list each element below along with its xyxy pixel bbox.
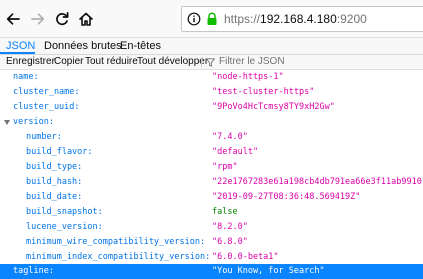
home-button[interactable] [74,7,98,31]
tab-raw-data[interactable]: Données brutes [44,38,122,54]
json-value: "default" [212,147,259,157]
json-row-version[interactable]: version: [0,115,423,130]
reload-button[interactable] [50,7,74,31]
browser-toolbar: https://192.168.4.180:9200 [0,0,423,38]
json-key: build_flavor: [26,147,93,157]
url-host: 192.168.4.180 [260,12,337,26]
json-row[interactable]: build_hash: "22e1767283e61a198cb4db791ea… [0,175,423,190]
json-value: "2019-09-27T08:36:48.569419Z" [212,192,361,202]
json-row[interactable]: minimum_index_compatibility_version: "6.… [0,250,423,265]
back-button[interactable] [1,7,25,31]
json-key: cluster_name: [13,87,80,97]
forward-button[interactable] [26,7,50,31]
save-button[interactable]: Enregistrer [6,55,55,69]
active-tab-indicator [0,52,35,54]
json-value: false [212,207,238,217]
url-scheme: https:// [224,12,261,26]
filter-icon [206,58,215,67]
home-icon [79,12,93,26]
filter-json-input[interactable] [219,55,369,69]
json-value: "rpm" [212,162,238,172]
json-row[interactable]: number: "7.4.0" [0,130,423,145]
arrow-left-icon [6,13,20,25]
toolbar-separator [201,57,202,67]
json-value: "6.0.0-beta1" [212,252,279,262]
json-key: minimum_index_compatibility_version: [26,252,211,262]
json-row[interactable]: minimum_wire_compatibility_version: "6.8… [0,235,423,250]
json-key: lucene_version: [26,222,103,232]
collapse-all-button[interactable]: Tout réduire [85,55,138,69]
expand-triangle-icon[interactable] [4,120,10,125]
json-key: build_hash: [26,177,83,187]
info-icon[interactable] [187,12,201,26]
viewer-tabs: JSON Données brutes En-têtes [0,38,423,55]
json-value: "9PoVo4HcTcmsy8TY9xH2Gw" [212,102,335,112]
json-key: build_type: [26,162,83,172]
json-value: "node-https-1" [212,72,284,82]
json-value: "7.4.0" [212,132,248,142]
tab-headers[interactable]: En-têtes [120,38,161,54]
json-key: name: [13,72,39,82]
json-row[interactable]: build_date: "2019-09-27T08:36:48.569419Z… [0,190,423,205]
json-key: cluster_uuid: [13,102,80,112]
json-row[interactable]: lucene_version: "8.2.0" [0,220,423,235]
json-value: "8.2.0" [212,222,248,232]
url-text: https://192.168.4.180:9200 [224,12,367,26]
reload-icon [56,11,69,26]
arrow-right-icon [31,13,45,25]
expand-all-button[interactable]: Tout développer [137,55,208,69]
json-toolbar: Enregistrer Copier Tout réduire Tout dév… [0,55,423,70]
json-row[interactable]: build_flavor: "default" [0,145,423,160]
json-row[interactable]: build_snapshot: false [0,205,423,220]
json-key: build_snapshot: [26,207,103,217]
json-value: "You Know, for Search" [212,266,325,276]
json-value: "6.8.0" [212,237,248,247]
json-key: tagline: [13,266,54,276]
lock-icon[interactable] [206,12,218,26]
url-port: :9200 [336,12,367,26]
json-value: "test-cluster-https" [212,87,315,97]
json-key: build_date: [26,192,83,202]
address-bar[interactable]: https://192.168.4.180:9200 [181,6,423,32]
json-row[interactable]: cluster_uuid: "9PoVo4HcTcmsy8TY9xH2Gw" [0,100,423,115]
json-tree: name: "node-https-1" cluster_name: "test… [0,70,423,279]
json-row[interactable]: build_type: "rpm" [0,160,423,175]
json-key: minimum_wire_compatibility_version: [26,237,206,247]
copy-button[interactable]: Copier [54,55,83,69]
json-key: number: [26,132,62,142]
json-row[interactable]: name: "node-https-1" [0,70,423,85]
json-row[interactable]: cluster_name: "test-cluster-https" [0,85,423,100]
json-row-selected[interactable]: tagline: "You Know, for Search" [0,264,423,279]
json-key: version: [13,117,54,127]
json-value: "22e1767283e61a198cb4db791ea66e3f11ab991… [212,177,423,187]
